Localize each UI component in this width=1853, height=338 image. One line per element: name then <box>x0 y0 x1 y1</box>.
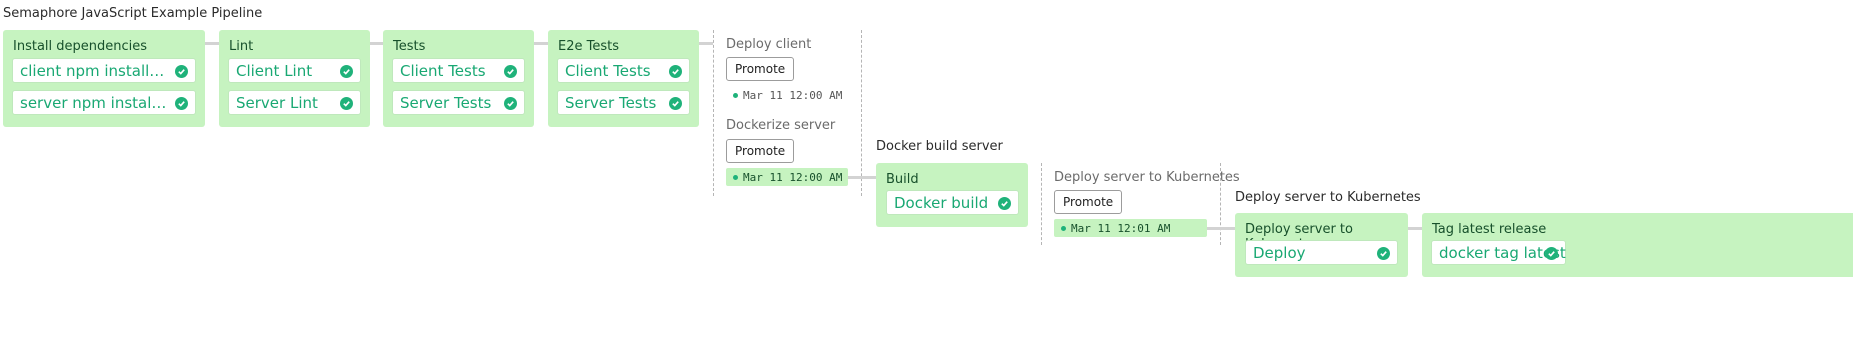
block-e2e-tests[interactable]: E2e Tests Client Tests Server Tests <box>548 30 699 127</box>
promotions-divider <box>713 30 714 196</box>
job-label: Server Tests <box>565 94 657 112</box>
status-dot-icon <box>733 174 738 180</box>
check-circle-icon <box>340 97 353 110</box>
block-tag-latest-release[interactable]: Tag latest release docker tag latest <box>1422 213 1853 277</box>
job-label: Server Tests <box>400 94 492 112</box>
block-connector <box>534 42 548 45</box>
job-label: Deploy <box>1253 244 1306 262</box>
job-label: server npm install and … <box>20 94 169 112</box>
check-circle-icon <box>340 65 353 78</box>
pipeline-title-docker-build: Docker build server <box>876 139 1003 154</box>
promotion-time: Mar 11 12:00 AM <box>743 170 843 184</box>
block-name: E2e Tests <box>558 39 619 54</box>
promote-dockerize-server-button[interactable]: Promote <box>726 139 795 163</box>
status-dot-icon <box>733 92 738 98</box>
promote-deploy-kubernetes-button[interactable]: Promote <box>1054 190 1123 214</box>
promotion-timestamp-active[interactable]: Mar 11 12:00 AM <box>726 168 848 186</box>
check-circle-icon <box>1545 247 1558 260</box>
job-docker-tag-latest[interactable]: docker tag latest <box>1431 240 1566 265</box>
block-lint[interactable]: Lint Client Lint Server Lint <box>219 30 370 127</box>
pipeline-title-deploy-kubernetes: Deploy server to Kubernetes <box>1235 190 1421 205</box>
block-connector <box>205 42 219 45</box>
block-install-dependencies[interactable]: Install dependencies client npm install … <box>3 30 205 127</box>
promotion-connector <box>1207 227 1235 230</box>
block-connector <box>699 42 713 45</box>
block-name: Tests <box>393 39 426 54</box>
block-connector <box>1408 227 1422 230</box>
promotions-divider <box>1041 163 1042 245</box>
block-deploy-kubernetes[interactable]: Deploy server to Kubernetes Deploy <box>1235 213 1408 277</box>
block-name: Lint <box>229 39 254 54</box>
promotion-label-deploy-client: Deploy client <box>726 37 812 52</box>
check-circle-icon <box>998 197 1011 210</box>
promotion-connector <box>848 176 876 179</box>
check-circle-icon <box>669 65 682 78</box>
promotion-timestamp[interactable]: Mar 11 12:00 AM <box>726 86 848 104</box>
job-label: Server Lint <box>236 94 318 112</box>
job-label: client npm install and … <box>20 62 169 80</box>
promotions-divider <box>861 30 862 196</box>
block-connector <box>370 42 383 45</box>
check-circle-icon <box>175 97 188 110</box>
promotion-label-dockerize-server: Dockerize server <box>726 118 836 133</box>
job-docker-build[interactable]: Docker build <box>886 190 1019 215</box>
job-e2e-server-tests[interactable]: Server Tests <box>557 90 690 115</box>
job-client-npm-install[interactable]: client npm install and … <box>12 58 196 83</box>
job-server-tests[interactable]: Server Tests <box>392 90 525 115</box>
job-client-tests[interactable]: Client Tests <box>392 58 525 83</box>
job-label: Docker build <box>894 194 989 212</box>
check-circle-icon <box>669 97 682 110</box>
job-e2e-client-tests[interactable]: Client Tests <box>557 58 690 83</box>
promotion-timestamp-active[interactable]: Mar 11 12:01 AM <box>1054 219 1207 237</box>
status-dot-icon <box>1061 225 1066 231</box>
pipeline-title: Semaphore JavaScript Example Pipeline <box>3 6 263 21</box>
job-label: Client Tests <box>565 62 651 80</box>
promote-deploy-client-button[interactable]: Promote <box>726 57 795 81</box>
job-server-npm-install[interactable]: server npm install and … <box>12 90 196 115</box>
promotion-time: Mar 11 12:01 AM <box>1071 221 1171 235</box>
block-name: Build <box>886 172 919 187</box>
block-name: Tag latest release <box>1432 222 1547 237</box>
block-name: Install dependencies <box>13 39 148 54</box>
job-client-lint[interactable]: Client Lint <box>228 58 361 83</box>
job-label: Client Tests <box>400 62 486 80</box>
job-deploy[interactable]: Deploy <box>1245 240 1398 265</box>
job-server-lint[interactable]: Server Lint <box>228 90 361 115</box>
block-build[interactable]: Build Docker build <box>876 163 1028 227</box>
job-label: Client Lint <box>236 62 313 80</box>
promotion-time: Mar 11 12:00 AM <box>743 88 843 102</box>
check-circle-icon <box>175 65 188 78</box>
check-circle-icon <box>1377 247 1390 260</box>
check-circle-icon <box>504 97 517 110</box>
block-tests[interactable]: Tests Client Tests Server Tests <box>383 30 534 127</box>
check-circle-icon <box>504 65 517 78</box>
promotion-label-deploy-kubernetes: Deploy server to Kubernetes <box>1054 170 1240 185</box>
